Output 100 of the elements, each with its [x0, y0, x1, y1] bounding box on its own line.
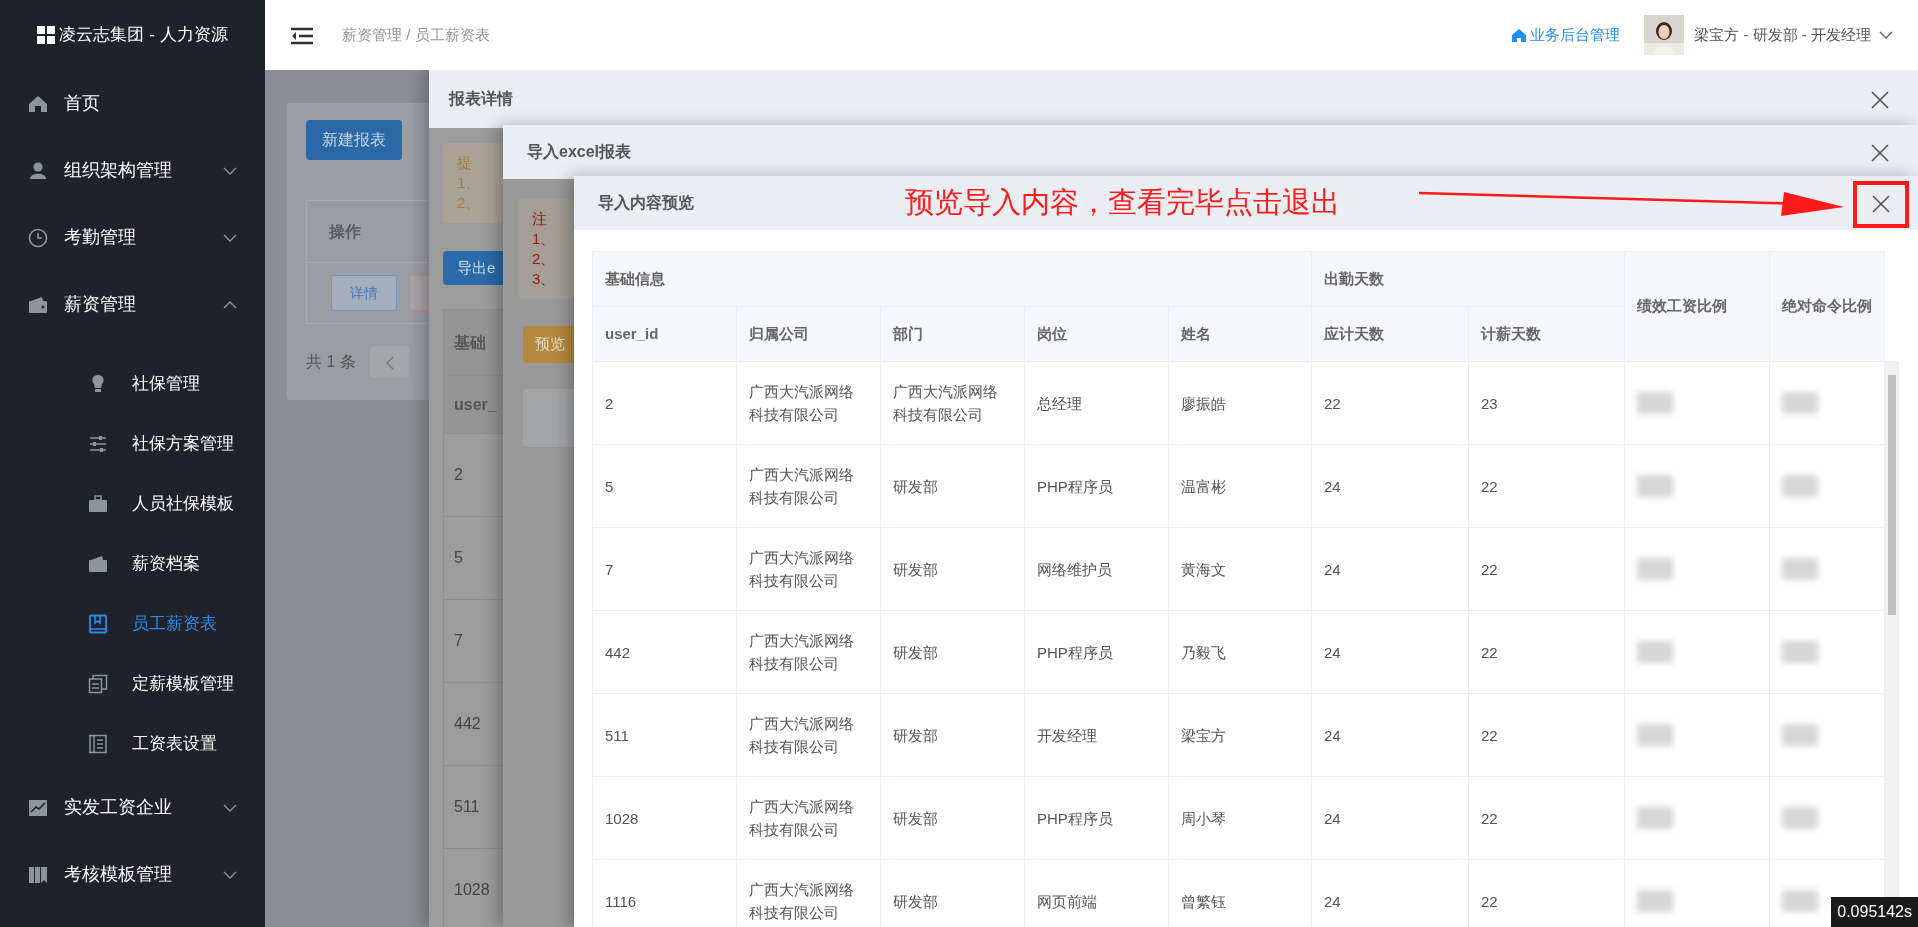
table-cell: 24	[1311, 527, 1469, 611]
table-cell: 22	[1468, 693, 1625, 777]
table-cell: PHP程序员	[1024, 444, 1169, 528]
sidebar-item[interactable]: 薪资管理	[0, 271, 265, 338]
notice-line: 3、	[532, 269, 557, 289]
table-cell: 梁宝方	[1168, 693, 1312, 777]
book-icon	[28, 864, 48, 885]
user-icon	[28, 160, 48, 181]
column-header: 归属公司	[736, 306, 881, 362]
wallet-icon	[28, 294, 48, 315]
sidebar-item[interactable]: 组织架构管理	[0, 137, 265, 204]
column-header: user_id	[592, 306, 737, 362]
table-cell: 网络维护员	[1024, 527, 1169, 611]
table-cell: 廖振皓	[1168, 361, 1312, 445]
sidebar-subitem[interactable]: 员工薪资表	[0, 594, 265, 654]
table-cell: 23	[1468, 361, 1625, 445]
table-cell: 2	[592, 361, 737, 445]
table-cell: 5	[592, 444, 737, 528]
close-button[interactable]	[1870, 192, 1892, 214]
table-cell: 研发部	[880, 776, 1025, 860]
sidebar-subitem[interactable]: 社保管理	[0, 354, 265, 414]
table-cell: 22	[1311, 361, 1469, 445]
column-header: 绩效工资比例	[1624, 251, 1770, 362]
sidebar-item[interactable]: 考核模板管理	[0, 841, 265, 908]
close-button[interactable]	[1869, 141, 1891, 163]
blurred-value	[1637, 724, 1673, 746]
sidebar-subitem[interactable]: 社保方案管理	[0, 414, 265, 474]
table-cell: 周小琴	[1168, 776, 1312, 860]
blurred-value	[1637, 392, 1673, 414]
column-header: 绝对命令比例	[1769, 251, 1885, 362]
column-header: 计薪天数	[1468, 306, 1625, 362]
table-cell: 22	[1468, 444, 1625, 528]
clock-icon	[28, 227, 48, 248]
blurred-value	[1637, 890, 1673, 912]
table-cell: 24	[1311, 693, 1469, 777]
notice-title: 注	[532, 209, 548, 229]
user-menu[interactable]: 梁宝方 - 研发部 - 开发经理	[1694, 23, 1893, 47]
blurred-value	[1782, 392, 1818, 414]
table-cell: 1116	[592, 859, 737, 927]
blurred-value	[1782, 558, 1818, 580]
highlight-frame	[1853, 181, 1909, 228]
table-cell: 研发部	[880, 444, 1025, 528]
annotation-text: 预览导入内容，查看完毕点击退出	[905, 185, 1340, 221]
table-cell: 总经理	[1024, 361, 1169, 445]
table-cell: 广西大汽派网络科技有限公司	[736, 610, 881, 694]
table-cell: 24	[1311, 610, 1469, 694]
table-cell: 广西大汽派网络科技有限公司	[880, 361, 1025, 445]
sidebar-subitem[interactable]: 工资表设置	[0, 714, 265, 774]
notice-line: 1、	[532, 229, 557, 249]
table-cell: 1028	[592, 776, 737, 860]
blurred-value	[1782, 724, 1818, 746]
sidebar-subitem[interactable]: 人员社保模板	[0, 474, 265, 534]
dialog-title: 导入excel报表	[527, 142, 632, 162]
table-cell: 温富彬	[1168, 444, 1312, 528]
chart-icon	[28, 797, 48, 818]
table-cell: 广西大汽派网络科技有限公司	[736, 693, 881, 777]
table-cell: 24	[1311, 444, 1469, 528]
export-button[interactable]: 导出e	[443, 251, 503, 285]
blurred-value	[1637, 558, 1673, 580]
table-cell: 研发部	[880, 693, 1025, 777]
table-cell: 乃毅飞	[1168, 610, 1312, 694]
column-header: 姓名	[1168, 306, 1312, 362]
table-cell: 442	[592, 610, 737, 694]
blurred-value	[1637, 641, 1673, 663]
table-cell: 24	[1311, 776, 1469, 860]
table-cell: 22	[1468, 776, 1625, 860]
blurred-value	[1637, 475, 1673, 497]
logo-icon	[37, 26, 56, 44]
sidebar-subitem[interactable]: 定薪模板管理	[0, 654, 265, 714]
scrollbar-thumb[interactable]	[1888, 375, 1896, 615]
breadcrumb: 薪资管理 / 员工薪资表	[342, 24, 490, 45]
blurred-value	[1782, 890, 1818, 912]
home-icon	[1512, 28, 1527, 42]
column-header: 岗位	[1024, 306, 1169, 362]
table-cell: 黄海文	[1168, 527, 1312, 611]
column-header: 应计天数	[1311, 306, 1469, 362]
home-icon	[28, 93, 48, 114]
blurred-value	[1782, 641, 1818, 663]
table-cell: 研发部	[880, 527, 1025, 611]
table-cell: PHP程序员	[1024, 776, 1169, 860]
close-button[interactable]	[1869, 88, 1891, 110]
sidebar-item[interactable]: 首页	[0, 70, 265, 137]
new-report-button[interactable]: 新建报表	[306, 120, 402, 160]
app-title: 凌云志集团 - 人力资源	[59, 24, 228, 47]
column-header: 出勤天数	[1311, 251, 1625, 307]
sidebar-item[interactable]: 实发工资企业	[0, 774, 265, 841]
total-count: 共 1 条	[306, 352, 356, 372]
table-cell: 511	[592, 693, 737, 777]
column-header: 基础信息	[592, 251, 1312, 307]
copy-icon	[88, 674, 108, 694]
table-cell: PHP程序员	[1024, 610, 1169, 694]
notice-title: 提	[457, 153, 473, 173]
sidebar-item[interactable]: 考勤管理	[0, 204, 265, 271]
document-icon	[88, 734, 108, 754]
table-cell: 广西大汽派网络科技有限公司	[736, 776, 881, 860]
sidebar-subitem[interactable]: 薪资档案	[0, 534, 265, 594]
column-header: 部门	[880, 306, 1025, 362]
table-cell: 广西大汽派网络科技有限公司	[736, 444, 881, 528]
blurred-value	[1782, 807, 1818, 829]
bookmark-icon	[88, 614, 108, 634]
